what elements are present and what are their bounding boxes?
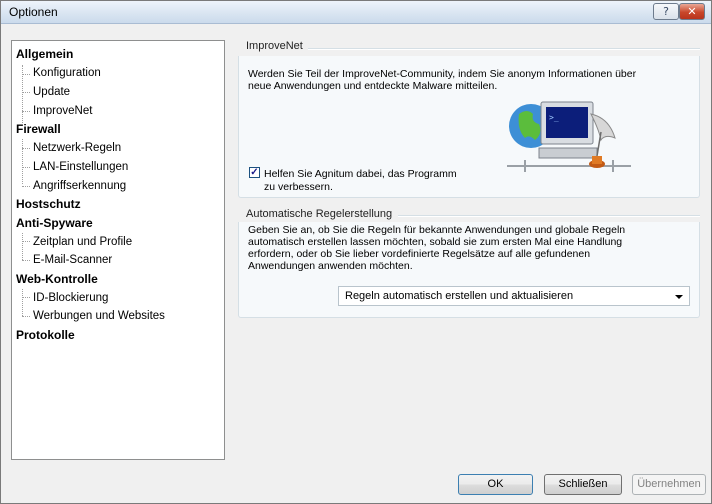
help-button[interactable]: ? <box>653 3 679 20</box>
rule-mode-dropdown[interactable]: Regeln automatisch erstellen und aktuali… <box>338 286 690 306</box>
close-icon: ✕ <box>687 5 697 18</box>
tree-connector <box>22 139 23 184</box>
tree-item-web-kontrolle[interactable]: Web-Kontrolle <box>16 270 98 288</box>
tree-connector <box>22 241 30 242</box>
tree-item-hostschutz[interactable]: Hostschutz <box>16 195 81 213</box>
window-title: Optionen <box>9 5 58 19</box>
tree-connector <box>22 233 23 260</box>
tree-connector <box>22 260 30 261</box>
tree-connector <box>22 289 23 316</box>
checkbox-label-line2[interactable]: zu verbessern. <box>264 181 333 193</box>
tree-item-anti-spyware[interactable]: Anti-Spyware <box>16 214 93 232</box>
svg-text:>_: >_ <box>549 113 559 122</box>
tree-item-werbungen-und-websites[interactable]: Werbungen und Websites <box>33 307 165 325</box>
title-bar[interactable]: Optionen ? ✕ <box>1 1 711 24</box>
tree-connector <box>22 74 30 75</box>
section-divider <box>398 215 700 217</box>
tree-item-id-blockierung[interactable]: ID-Blockierung <box>33 289 108 307</box>
close-window-button[interactable]: ✕ <box>679 3 705 20</box>
tree-item-netzwerk-regeln[interactable]: Netzwerk-Regeln <box>33 139 121 157</box>
tree-item-firewall[interactable]: Firewall <box>16 120 61 138</box>
tree-connector <box>22 92 30 93</box>
options-tree[interactable]: Allgemein Konfiguration Update ImproveNe… <box>11 40 225 460</box>
close-button[interactable]: Schließen <box>544 474 622 495</box>
auto-rules-line2: automatisch erstellen lassen möchten, so… <box>248 236 623 248</box>
dropdown-selected-value: Regeln automatisch erstellen und aktuali… <box>345 290 574 302</box>
tree-connector <box>22 186 30 187</box>
chevron-down-icon[interactable] <box>675 295 683 299</box>
tree-item-lan-einstellungen[interactable]: LAN-Einstellungen <box>33 158 128 176</box>
help-agnitum-checkbox[interactable]: ✓ <box>249 167 260 178</box>
tree-item-improvenet[interactable]: ImproveNet <box>33 102 92 120</box>
apply-button[interactable]: Übernehmen <box>632 474 706 495</box>
improvenet-desc-line1: Werden Sie Teil der ImproveNet-Community… <box>248 68 637 80</box>
tree-item-allgemein[interactable]: Allgemein <box>16 45 73 63</box>
auto-rules-line3: erfordern, oder ob Sie lieber vordefinie… <box>248 248 591 260</box>
checkbox-label-line1[interactable]: Helfen Sie Agnitum dabei, das Programm <box>264 168 457 180</box>
auto-rules-line4: Anwendungen anwenden möchten. <box>248 260 413 272</box>
tree-item-protokolle[interactable]: Protokolle <box>16 326 75 344</box>
globe-computer-quill-icon: >_ <box>507 101 631 172</box>
improvenet-desc-line2: neue Anwendungen und entdeckte Malware m… <box>248 80 498 92</box>
tree-connector <box>22 148 30 149</box>
auto-rules-section-title: Automatische Regelerstellung <box>246 208 393 220</box>
tree-connector <box>22 167 30 168</box>
ok-button[interactable]: OK <box>458 474 533 495</box>
tree-item-zeitplan-und-profile[interactable]: Zeitplan und Profile <box>33 233 132 251</box>
tree-item-update[interactable]: Update <box>33 83 70 101</box>
auto-rules-line1: Geben Sie an, ob Sie die Regeln für beka… <box>248 224 626 236</box>
tree-connector <box>22 111 30 112</box>
help-icon: ? <box>663 5 669 18</box>
tree-connector <box>22 297 30 298</box>
tree-connector <box>22 316 30 317</box>
tree-item-angriffserkennung[interactable]: Angriffserkennung <box>33 177 126 195</box>
section-divider <box>308 48 700 50</box>
improvenet-section-title: ImproveNet <box>246 40 303 52</box>
tree-item-e-mail-scanner[interactable]: E-Mail-Scanner <box>33 251 112 269</box>
tree-item-konfiguration[interactable]: Konfiguration <box>33 64 101 82</box>
